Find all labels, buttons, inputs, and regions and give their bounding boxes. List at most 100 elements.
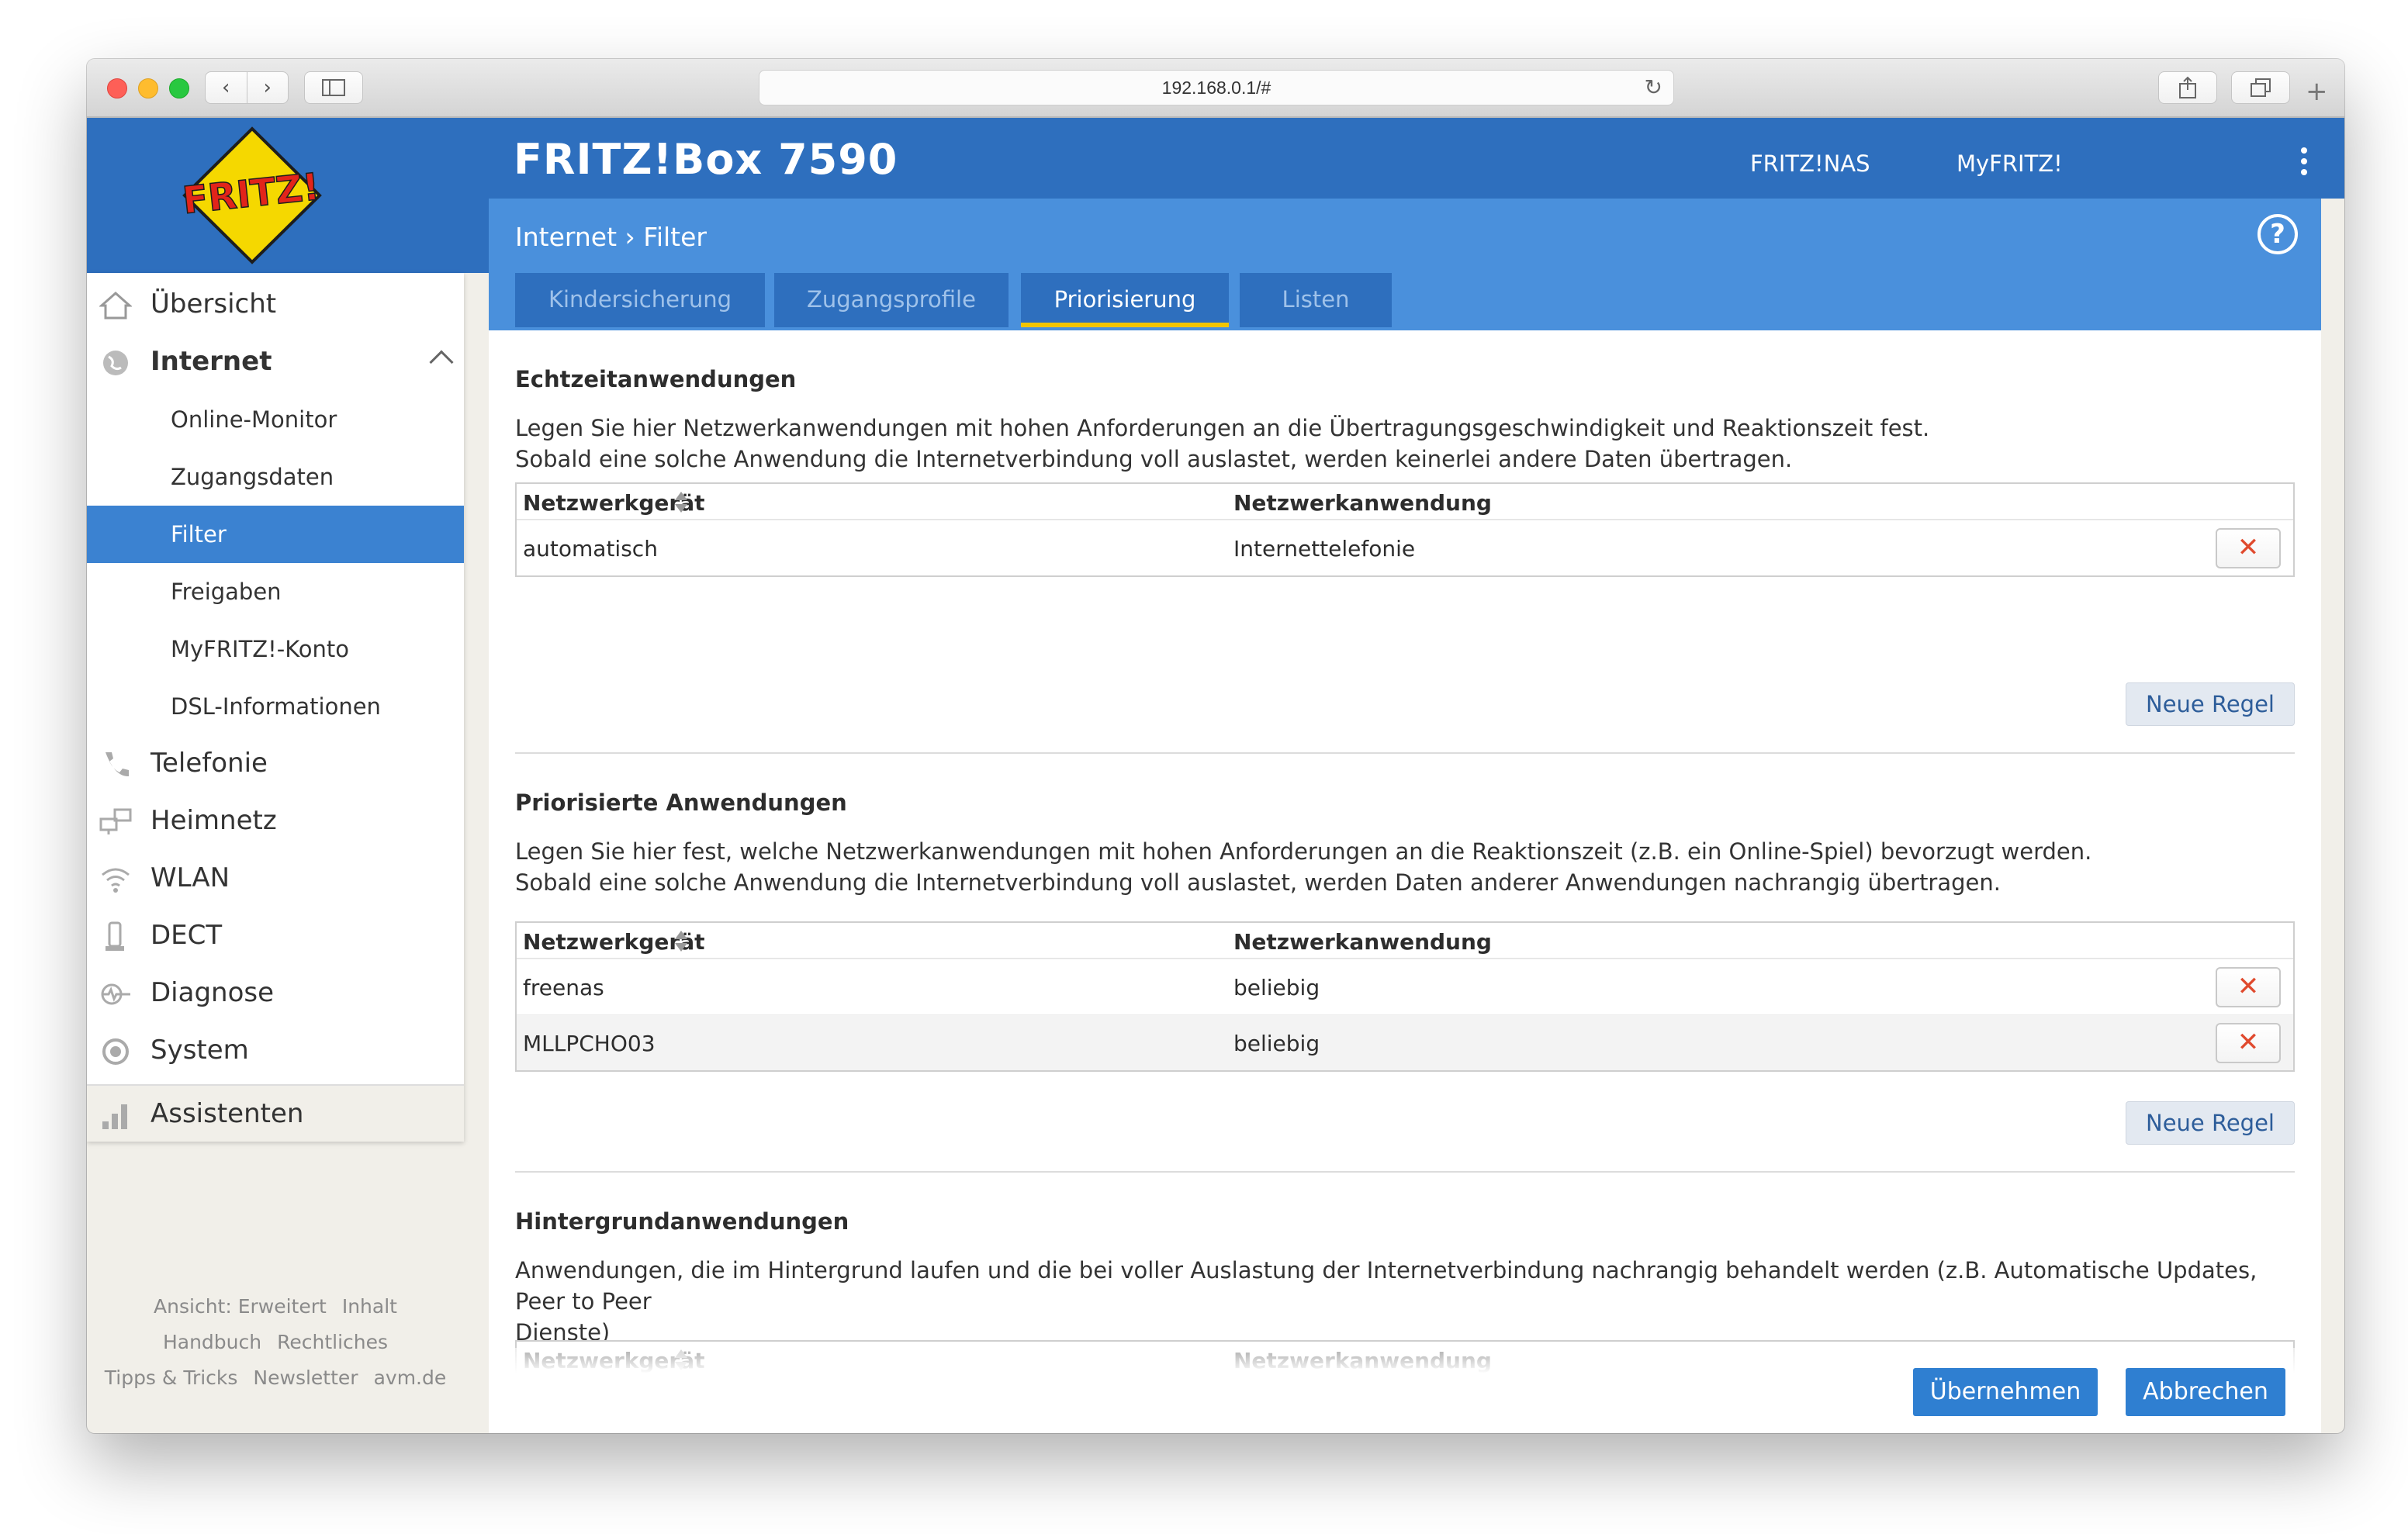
back-button[interactable]: ‹ [206,72,247,103]
new-rule-button-echtzeit[interactable]: Neue Regel [2126,682,2295,726]
nav-system[interactable]: System [87,1022,464,1080]
section-divider [515,752,2295,754]
cell-device: freenas [523,975,604,1000]
nav-telefonie[interactable]: Telefonie [87,735,464,793]
sidebar-toggle-button[interactable] [304,71,363,104]
network-icon [99,808,132,834]
delete-rule-button[interactable]: ✕ [2216,967,2281,1007]
dect-phone-icon [106,921,124,951]
rules-table-echtzeit: Netzwerkgerät Netzwerkanwendung automati… [515,482,2295,577]
nav-sub-myfritz-konto[interactable]: MyFRITZ!-Konto [87,620,464,678]
zoom-window-button[interactable] [169,78,189,98]
main-navigation: Übersicht Internet Online-Monitor Zugang… [87,273,464,1142]
cell-application: beliebig [1233,1031,1320,1056]
nav-label: Assistenten [150,1098,304,1129]
desc-line: Legen Sie hier Netzwerkanwendungen mit h… [515,415,1930,441]
section-title-echtzeit: Echtzeitanwendungen [515,366,797,392]
cell-application: beliebig [1233,975,1320,1000]
close-window-button[interactable] [107,78,127,98]
page-header: Internet › Filter ? Kindersicherung Zuga… [489,199,2321,330]
tab-overview-button[interactable] [2231,71,2290,104]
rules-table-priorisiert: Netzwerkgerät Netzwerkanwendung freenas … [515,921,2295,1072]
nav-sub-label: DSL-Informationen [171,693,381,720]
minimize-window-button[interactable] [138,78,158,98]
cancel-button[interactable]: Abbrechen [2126,1368,2285,1416]
nav-sub-online-monitor[interactable]: Online-Monitor [87,391,464,448]
nav-sub-dsl-informationen[interactable]: DSL-Informationen [87,678,464,735]
more-menu-icon[interactable] [2301,147,2309,175]
tabs-icon [2251,78,2271,97]
share-icon [2179,76,2196,98]
nav-sub-label: Filter [171,521,227,548]
reload-icon[interactable]: ↻ [1645,71,1662,105]
nav-sub-zugangsdaten[interactable]: Zugangsdaten [87,448,464,506]
footer-avm-link[interactable]: avm.de [374,1366,447,1389]
nav-label: Telefonie [150,748,268,779]
nav-dect[interactable]: DECT [87,907,464,965]
desc-line: Legen Sie hier fest, welche Netzwerkanwe… [515,838,2092,865]
col-application-header: Netzwerkanwendung [1233,490,1492,516]
footer-tipps-link[interactable]: Tipps & Tricks [105,1366,238,1389]
breadcrumb-current: Filter [643,222,707,252]
forward-button[interactable]: › [247,72,289,103]
diagnose-icon [101,983,130,1005]
wifi-icon [102,868,130,893]
sort-icon[interactable] [673,931,689,954]
nav-sub-label: MyFRITZ!-Konto [171,636,350,662]
nav-wlan[interactable]: WLAN [87,850,464,907]
desc-line: Sobald eine solche Anwendung die Interne… [515,869,2001,896]
table-header: Netzwerkgerät Netzwerkanwendung [517,484,2293,520]
nav-sub-filter[interactable]: Filter [87,506,464,563]
footer-newsletter-link[interactable]: Newsletter [253,1366,358,1389]
footer-handbuch-link[interactable]: Handbuch [163,1331,261,1353]
table-header: Netzwerkgerät Netzwerkanwendung [517,923,2293,959]
share-button[interactable] [2158,71,2217,104]
globe-icon [103,351,128,375]
apply-button[interactable]: Übernehmen [1913,1368,2098,1416]
footer-inhalt-link[interactable]: Inhalt [342,1295,397,1318]
tab-kindersicherung[interactable]: Kindersicherung [515,273,765,327]
nav-label: Internet [150,346,272,377]
fritz-logo[interactable]: FRITZ! [178,126,326,265]
nav-uebersicht[interactable]: Übersicht [87,276,464,333]
tab-priorisierung[interactable]: Priorisierung [1021,273,1229,327]
nav-sub-label: Zugangsdaten [171,464,334,490]
table-row: automatisch Internettelefonie ✕ [517,520,2293,575]
delete-rule-button[interactable]: ✕ [2216,1023,2281,1063]
phone-icon [106,752,129,777]
logo-area: FRITZ! [87,118,489,273]
nav-heimnetz[interactable]: Heimnetz [87,793,464,850]
tab-listen[interactable]: Listen [1240,273,1392,327]
history-nav: ‹ › [205,71,289,104]
delete-rule-button[interactable]: ✕ [2216,528,2281,568]
breadcrumb-separator: › [624,222,635,252]
myfritz-link[interactable]: MyFRITZ! [1956,150,2063,177]
col-application-header: Netzwerkanwendung [1233,929,1492,955]
address-bar[interactable]: 192.168.0.1/# ↻ [759,70,1674,105]
section-title-priorisiert: Priorisierte Anwendungen [515,789,847,816]
main-content: Echtzeitanwendungen Legen Sie hier Netzw… [489,330,2321,1433]
tab-zugangsprofile[interactable]: Zugangsprofile [774,273,1009,327]
nav-internet[interactable]: Internet [87,333,464,391]
nav-label: Heimnetz [150,805,277,836]
new-tab-button[interactable]: + [2306,76,2328,107]
nav-sub-freigaben[interactable]: Freigaben [87,563,464,620]
table-row: MLLPCHO03 beliebig ✕ [517,1014,2293,1070]
section-divider [515,1171,2295,1173]
chevron-up-icon[interactable] [429,350,454,375]
nav-diagnose[interactable]: Diagnose [87,965,464,1022]
fritznas-link[interactable]: FRITZ!NAS [1750,150,1870,177]
footer-ansicht-link[interactable]: Ansicht: Erweitert [154,1295,327,1318]
new-rule-button-priorisiert[interactable]: Neue Regel [2126,1101,2295,1145]
sort-icon[interactable] [673,492,689,515]
browser-window: ‹ › 192.168.0.1/# ↻ + FRITZ!Box 7590 FRI… [87,59,2344,1433]
nav-label: DECT [150,920,223,951]
cell-device: MLLPCHO03 [523,1031,656,1056]
cell-device: automatisch [523,536,658,561]
help-icon[interactable]: ? [2258,214,2298,254]
nav-label: Übersicht [150,288,277,320]
footer-rechtliches-link[interactable]: Rechtliches [277,1331,388,1353]
nav-assistenten[interactable]: Assistenten [87,1084,464,1142]
breadcrumb-parent[interactable]: Internet [515,222,617,252]
desc-line: Sobald eine solche Anwendung die Interne… [515,446,1793,472]
